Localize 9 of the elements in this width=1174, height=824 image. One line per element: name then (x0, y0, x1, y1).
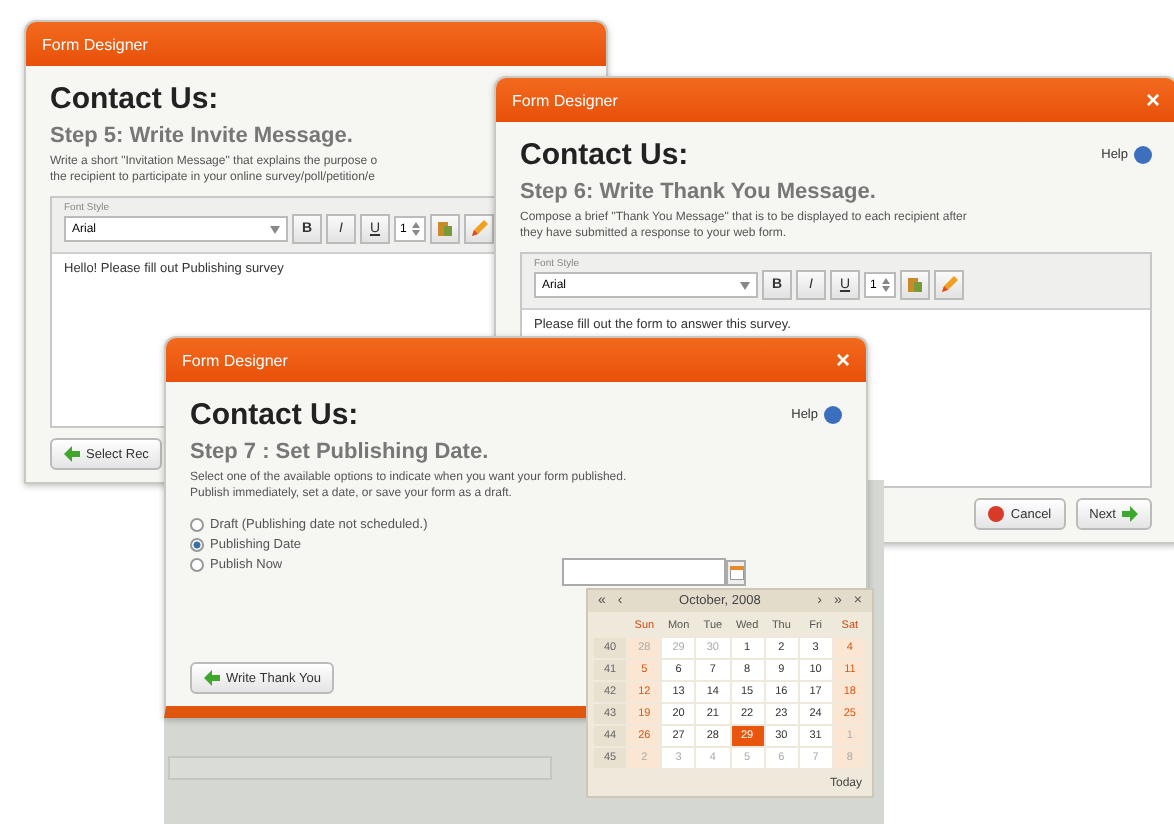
form-heading: Contact Us: (190, 398, 359, 432)
form-heading: Contact Us: (520, 138, 689, 172)
step-title: Step 6: Write Thank You Message. (520, 180, 878, 204)
step-title: Step 7 : Set Publishing Date. (190, 440, 491, 464)
window-title: Form Designer (512, 91, 618, 109)
step-title: Step 5: Write Invite Message. (50, 124, 355, 148)
form-heading: Contact Us: (50, 82, 219, 116)
window-title: Form Designer (42, 35, 148, 53)
window-title: Form Designer (182, 351, 288, 369)
